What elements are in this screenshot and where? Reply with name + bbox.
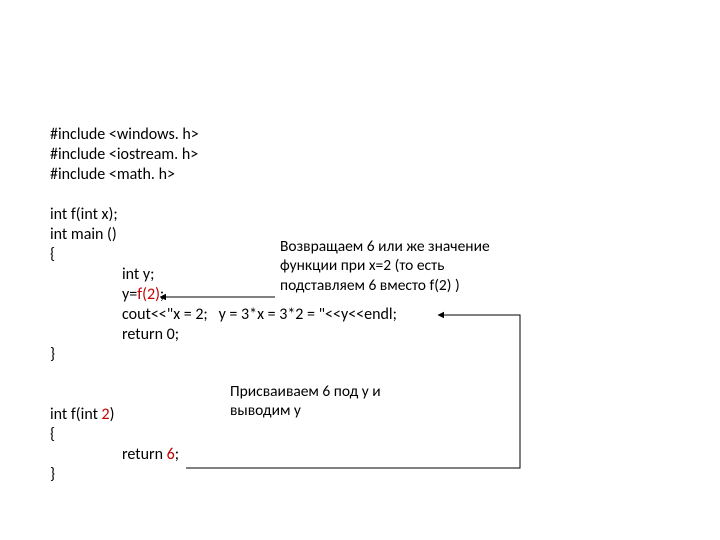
annotation-line: Возвращаем 6 или же значение (280, 237, 550, 256)
cout-line: cout<<"x = 2; y = 3*x = 3*2 = "<<y<<endl… (50, 305, 670, 325)
f-declaration: int f(int x); (50, 205, 670, 225)
annotation-line: подставляем 6 вместо f(2) ) (280, 276, 550, 295)
f-call-f: f( (137, 285, 147, 304)
annotation-return-six: Возвращаем 6 или же значение функции при… (280, 237, 550, 295)
annotation-assign-y: Присваиваем 6 под y и выводим y (230, 382, 480, 421)
annotation-line: Присваиваем 6 под y и (230, 382, 480, 401)
code-block: #include <windows. h> #include <iostream… (50, 125, 670, 485)
return-val: 6 (167, 445, 175, 464)
return-semi: ; (175, 445, 179, 464)
y-assign-semi: ; (160, 285, 164, 304)
f-open-brace: { (50, 425, 670, 445)
return-pre: return (122, 445, 167, 464)
return-six: return 6; (50, 445, 670, 465)
blank-line (50, 185, 670, 205)
f-def-pre: int f(int (50, 405, 102, 424)
include-math: #include <math. h> (50, 165, 670, 185)
y-assign-pre: y= (122, 285, 137, 304)
main-close-brace: } (50, 345, 670, 365)
annotation-line: выводим y (230, 401, 480, 420)
include-windows: #include <windows. h> (50, 125, 670, 145)
include-iostream: #include <iostream. h> (50, 145, 670, 165)
f-def-close: ) (110, 405, 115, 424)
return-zero: return 0; (50, 325, 670, 345)
f-call-arg: 2 (147, 285, 155, 304)
annotation-line: функции при x=2 (то есть (280, 256, 550, 275)
f-close-brace: } (50, 465, 670, 485)
f-def-arg: 2 (102, 405, 110, 424)
